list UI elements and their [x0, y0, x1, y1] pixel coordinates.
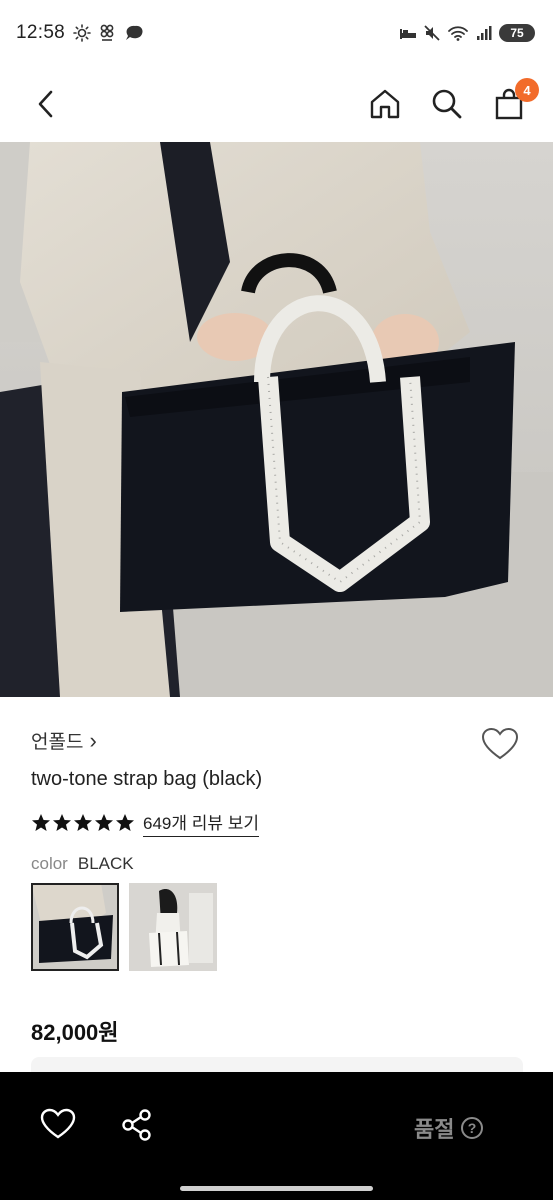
star-icon: [53, 814, 71, 831]
back-button[interactable]: [28, 86, 64, 122]
search-icon: [432, 89, 462, 119]
thumbnail-black-image: [31, 883, 119, 971]
nav-actions: 4: [367, 78, 539, 122]
search-button[interactable]: [429, 86, 465, 122]
wishlist-button[interactable]: [481, 727, 521, 763]
clock: 12:58: [16, 22, 66, 43]
mute-icon: [424, 25, 440, 41]
bottom-action-bar: 품절 ?: [0, 1072, 553, 1200]
star-icon: [32, 814, 50, 831]
color-label: color: [31, 854, 68, 873]
star-icon: [116, 814, 134, 831]
share-icon: [122, 1109, 151, 1141]
star-icon: [95, 814, 113, 831]
home-icon: [370, 89, 400, 119]
home-button[interactable]: [367, 86, 403, 122]
product-name: two-tone strap bag (black): [31, 768, 263, 790]
brand-link[interactable]: 언폴드 ›: [31, 727, 97, 754]
chevron-right-icon: ›: [89, 727, 97, 753]
home-indicator[interactable]: [180, 1186, 373, 1191]
color-value: BLACK: [77, 854, 134, 873]
product-main-image[interactable]: [0, 142, 553, 697]
heart-icon: [40, 1108, 76, 1139]
thumbnail-white[interactable]: [129, 883, 217, 971]
brightness-icon: [73, 24, 91, 42]
product-photo: [0, 142, 553, 697]
battery-level: 75: [510, 26, 524, 40]
back-arrow-icon: [38, 90, 53, 118]
thumbnail-black[interactable]: [31, 883, 119, 971]
cart-count-badge: 4: [515, 78, 539, 102]
heart-icon: [481, 727, 519, 760]
cart-button[interactable]: 4: [491, 78, 539, 122]
help-symbol: ?: [468, 1120, 477, 1136]
messenger-icon: [126, 25, 143, 40]
top-nav: 4: [0, 66, 553, 142]
rating-row: 649개 리뷰 보기: [31, 809, 260, 837]
signal-icon: [477, 26, 492, 40]
status-bar: 12:58 75: [0, 0, 553, 66]
color-thumbnails: [31, 883, 217, 971]
bottom-wishlist-button[interactable]: [40, 1108, 76, 1145]
help-icon: ?: [461, 1117, 484, 1139]
brand-name: 언폴드: [31, 732, 84, 753]
status-left: 12:58: [16, 22, 145, 44]
price: 82,000원: [31, 1020, 119, 1045]
sold-out-label: 품절: [414, 1117, 455, 1142]
rating-stars: [31, 813, 135, 833]
sold-out-status[interactable]: 품절 ?: [414, 1112, 484, 1144]
sleep-icon: [400, 29, 416, 39]
battery-icon: 75: [499, 24, 535, 42]
star-icon: [74, 814, 92, 831]
wifi-icon: [448, 26, 468, 41]
thumbnail-white-image: [129, 883, 217, 971]
share-button[interactable]: [120, 1108, 154, 1147]
review-link[interactable]: 649개 리뷰 보기: [143, 809, 260, 837]
app-notification-icon: [100, 24, 114, 41]
status-right: 75: [399, 24, 535, 42]
color-row: color BLACK: [31, 854, 134, 874]
